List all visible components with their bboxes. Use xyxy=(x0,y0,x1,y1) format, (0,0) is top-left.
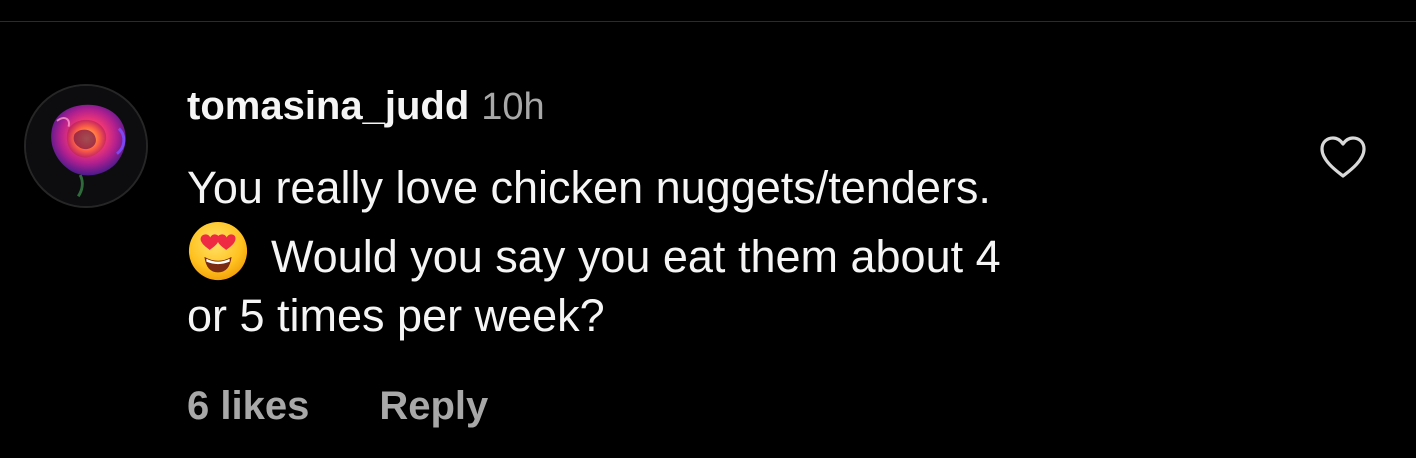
reply-button[interactable]: Reply xyxy=(379,384,488,429)
comment-line: Would you say you eat them about 4 xyxy=(187,220,1267,284)
comment-line: You really love chicken nuggets/tenders. xyxy=(187,162,991,213)
comment-header: tomasina_judd 10h xyxy=(187,84,545,134)
top-divider xyxy=(0,21,1416,22)
avatar[interactable] xyxy=(24,84,148,208)
heart-outline-icon xyxy=(1320,136,1366,178)
rose-avatar-icon xyxy=(26,86,146,206)
username[interactable]: tomasina_judd xyxy=(187,84,469,129)
comment-line-text: Would you say you eat them about 4 xyxy=(271,231,1001,282)
like-comment-button[interactable] xyxy=(1318,134,1368,180)
timestamp: 10h xyxy=(481,86,545,128)
comment-actions: 6 likes Reply xyxy=(187,378,488,434)
comment-text: You really love chicken nuggets/tenders.… xyxy=(187,156,1267,348)
comment-line: or 5 times per week? xyxy=(187,290,605,341)
heart-eyes-emoji-icon xyxy=(187,220,249,282)
likes-count[interactable]: 6 likes xyxy=(187,384,309,429)
